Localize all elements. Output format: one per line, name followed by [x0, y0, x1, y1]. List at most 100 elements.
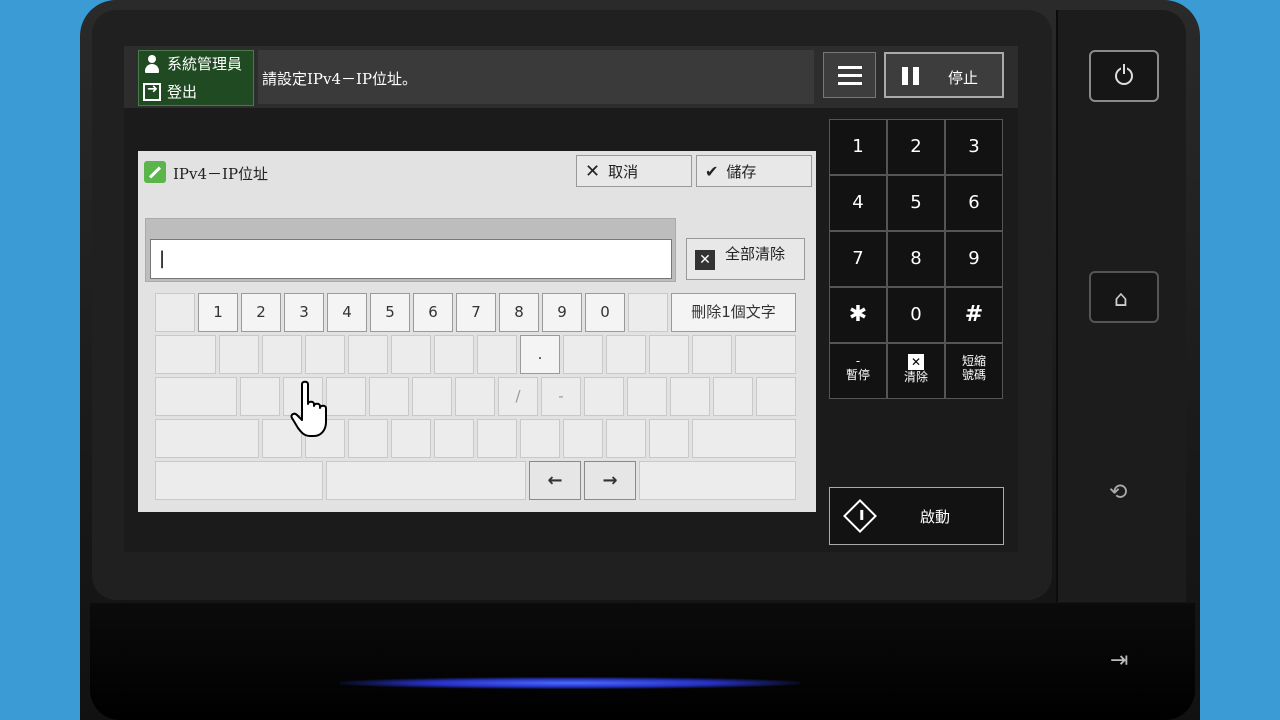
home-button[interactable]: ⌂	[1089, 271, 1159, 323]
keypad-3[interactable]: 3	[945, 119, 1003, 175]
key-blank	[455, 377, 495, 416]
key-blank	[434, 335, 474, 374]
numeric-keypad: 1 2 3 4 5 6 7 8 9 ✱ 0 # - 暫停 ✕ 清除 短縮 號碼	[829, 119, 1004, 399]
admin-user[interactable]: 系統管理員	[143, 53, 242, 74]
key-blank	[649, 335, 689, 374]
speed-dial-key[interactable]: 短縮 號碼	[945, 343, 1003, 399]
key-dot[interactable]: .	[520, 335, 560, 374]
start-button[interactable]: 啟動	[829, 487, 1004, 545]
save-button[interactable]: ✔ 儲存	[696, 155, 812, 187]
menu-button[interactable]	[823, 52, 876, 98]
keypad-2[interactable]: 2	[887, 119, 945, 175]
touch-screen: 系統管理員 登出 請設定IPv4－IP位址。 停止 IPv4－IP位址 ✕ 取消	[124, 46, 1018, 552]
ip-address-input[interactable]: |	[150, 239, 672, 279]
key-blank	[649, 419, 689, 458]
data-arrow-icon: ⇥	[1110, 648, 1129, 673]
cancel-button[interactable]: ✕ 取消	[576, 155, 692, 187]
keypad-5[interactable]: 5	[887, 175, 945, 231]
keypad-7[interactable]: 7	[829, 231, 887, 287]
device-bottom-bar	[90, 603, 1195, 720]
key-blank	[735, 335, 796, 374]
clear-all-label: 全部清除	[725, 245, 786, 263]
key-blank	[155, 419, 259, 458]
input-frame: |	[145, 218, 676, 282]
key-blank	[155, 461, 323, 500]
key-3[interactable]: 3	[284, 293, 324, 332]
key-blank	[563, 335, 603, 374]
key-blank	[756, 377, 796, 416]
key-blank	[155, 335, 216, 374]
key-blank	[240, 377, 280, 416]
key-blank	[520, 419, 560, 458]
keypad-asterisk[interactable]: ✱	[829, 287, 887, 343]
check-icon: ✔	[705, 161, 719, 181]
key-blank	[477, 335, 517, 374]
status-led	[340, 677, 800, 689]
menu-icon	[838, 66, 862, 69]
key-5[interactable]: 5	[370, 293, 410, 332]
key-blank	[155, 377, 237, 416]
start-label: 啟動	[920, 508, 951, 526]
key-blank	[584, 377, 624, 416]
cancel-label: 取消	[608, 162, 639, 181]
keypad-1[interactable]: 1	[829, 119, 887, 175]
admin-label: 系統管理員	[167, 55, 243, 73]
key-blank	[348, 335, 388, 374]
key-blank	[563, 419, 603, 458]
key-slash[interactable]: /	[498, 377, 538, 416]
key-blank	[391, 335, 431, 374]
power-button[interactable]	[1089, 50, 1159, 102]
key-blank	[628, 293, 668, 332]
cursor-right-button[interactable]: →	[584, 461, 636, 500]
key-blank	[155, 293, 195, 332]
keypad-0[interactable]: 0	[887, 287, 945, 343]
key-blank	[670, 377, 710, 416]
clear-key-icon: ✕	[908, 354, 924, 370]
pause-icon	[902, 67, 920, 85]
power-icon	[1115, 64, 1133, 85]
cursor-left-button[interactable]: ←	[529, 461, 581, 500]
key-0[interactable]: 0	[585, 293, 625, 332]
start-icon	[843, 499, 877, 533]
message-area: 請設定IPv4－IP位址。	[258, 50, 814, 104]
key-blank	[692, 419, 796, 458]
dialog-title: IPv4－IP位址	[173, 165, 269, 183]
keypad-hash[interactable]: #	[945, 287, 1003, 343]
logout-label: 登出	[167, 83, 198, 101]
clear-all-button[interactable]: ✕ 全部清除	[686, 238, 805, 280]
key-blank	[348, 419, 388, 458]
key-dash[interactable]: -	[541, 377, 581, 416]
key-6[interactable]: 6	[413, 293, 453, 332]
key-blank	[606, 419, 646, 458]
key-blank	[412, 377, 452, 416]
key-blank	[262, 335, 302, 374]
key-blank	[692, 335, 732, 374]
key-blank	[391, 419, 431, 458]
key-9[interactable]: 9	[542, 293, 582, 332]
key-1[interactable]: 1	[198, 293, 238, 332]
delete-char-button[interactable]: 刪除1個文字	[671, 293, 796, 332]
clear-key[interactable]: ✕ 清除	[887, 343, 945, 399]
pause-key[interactable]: - 暫停	[829, 343, 887, 399]
stop-button[interactable]: 停止	[884, 52, 1004, 98]
key-7[interactable]: 7	[456, 293, 496, 332]
key-blank	[713, 377, 753, 416]
key-4[interactable]: 4	[327, 293, 367, 332]
key-blank	[434, 419, 474, 458]
user-icon	[143, 54, 161, 74]
keypad-6[interactable]: 6	[945, 175, 1003, 231]
keypad-9[interactable]: 9	[945, 231, 1003, 287]
nfc-icon: ⟲	[1109, 480, 1128, 505]
key-blank	[627, 377, 667, 416]
logout-button[interactable]: 登出	[143, 81, 197, 102]
keypad-8[interactable]: 8	[887, 231, 945, 287]
key-8[interactable]: 8	[499, 293, 539, 332]
message-text: 請設定IPv4－IP位址。	[262, 70, 418, 88]
keypad-4[interactable]: 4	[829, 175, 887, 231]
hand-cursor-icon	[290, 380, 327, 437]
admin-panel[interactable]: 系統管理員 登出	[138, 50, 254, 106]
key-blank	[326, 461, 526, 500]
key-2[interactable]: 2	[241, 293, 281, 332]
top-bar: 系統管理員 登出 請設定IPv4－IP位址。 停止	[124, 46, 1018, 108]
key-blank	[369, 377, 409, 416]
